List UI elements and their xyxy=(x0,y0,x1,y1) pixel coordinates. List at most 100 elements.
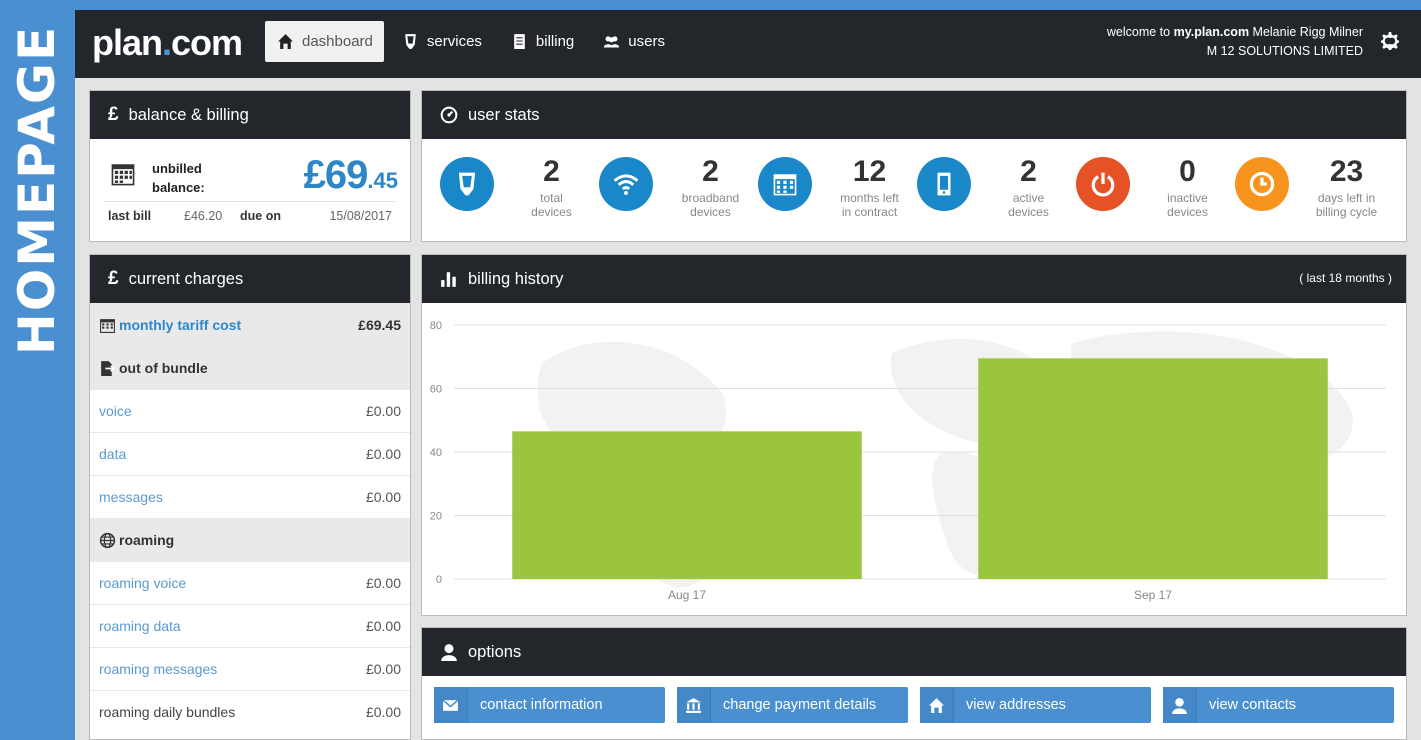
nav-dashboard[interactable]: dashboard xyxy=(265,21,384,62)
stat-inactive-devices[interactable]: 0 inactive devices xyxy=(1076,157,1235,239)
pound-icon: £ xyxy=(108,268,119,289)
current-charges-header: £ current charges xyxy=(90,255,410,303)
out-of-bundle-label: out of bundle xyxy=(119,360,208,376)
nav-services[interactable]: services xyxy=(390,21,493,62)
logo-main: plan xyxy=(92,22,163,63)
charge-row-roaming-messages[interactable]: roaming messages £0.00 xyxy=(90,647,410,690)
view-contacts-button[interactable]: view contacts xyxy=(1163,687,1394,723)
calendar-icon xyxy=(100,318,115,333)
user-icon xyxy=(1163,687,1197,723)
charge-value: £0.00 xyxy=(365,618,401,634)
stat-label-line2: billing cycle xyxy=(1315,205,1378,219)
charge-label: roaming voice xyxy=(99,575,187,591)
power-icon xyxy=(1091,172,1115,197)
billing-history-title: billing history xyxy=(468,269,564,288)
gear-icon[interactable] xyxy=(1381,32,1399,50)
charge-label: messages xyxy=(99,489,163,505)
stat-total-devices[interactable]: 2 total devices xyxy=(440,157,599,239)
due-value: 15/08/2017 xyxy=(329,209,392,223)
gauge-icon xyxy=(440,106,458,124)
charge-row-data[interactable]: data £0.00 xyxy=(90,432,410,475)
charge-row-roaming-daily-bundles: roaming daily bundles £0.00 xyxy=(90,690,410,733)
charge-label: data xyxy=(99,446,127,462)
envelope-icon xyxy=(434,687,468,723)
unbilled-amount-cents: .45 xyxy=(367,168,398,193)
stat-circle xyxy=(599,157,653,211)
stat-label: active devices xyxy=(981,191,1076,219)
file-export-icon xyxy=(101,360,116,376)
calendar-icon xyxy=(111,164,135,186)
stat-label-line2: devices xyxy=(1167,205,1208,219)
top-navbar: plan.com dashboard services billing user… xyxy=(75,10,1421,78)
charge-row-messages[interactable]: messages £0.00 xyxy=(90,475,410,518)
nav-billing[interactable]: billing xyxy=(499,21,585,62)
document-icon xyxy=(514,34,525,49)
stat-value: 2 xyxy=(543,155,560,188)
last-bill-value: £46.20 xyxy=(184,209,223,223)
logo-tld: com xyxy=(171,22,243,63)
app-window: plan.com dashboard services billing user… xyxy=(75,10,1421,740)
y-tick-label: 60 xyxy=(430,384,442,396)
stat-label: broadband devices xyxy=(663,191,758,219)
charge-value: £0.00 xyxy=(365,489,401,505)
stat-days-left[interactable]: 23 days left in billing cycle xyxy=(1235,157,1394,239)
billing-chart-svg: 0 20 40 60 80 Aug 17 Sep 17 xyxy=(430,320,1386,602)
stat-label-line1: inactive xyxy=(1167,191,1208,205)
stat-text: 2 broadband devices xyxy=(663,157,758,239)
stat-months-left[interactable]: 12 months left in contract xyxy=(758,157,917,239)
home-icon xyxy=(278,34,293,49)
charge-row-roaming-voice[interactable]: roaming voice £0.00 xyxy=(90,561,410,604)
globe-icon xyxy=(99,532,116,548)
pound-icon: £ xyxy=(108,104,119,125)
x-tick-label: Aug 17 xyxy=(668,588,706,602)
charge-value: £0.00 xyxy=(365,704,401,720)
nav-services-label: services xyxy=(426,33,482,50)
view-addresses-button[interactable]: view addresses xyxy=(920,687,1151,723)
last-bill-label: last bill xyxy=(108,209,152,223)
tariff-row[interactable]: monthly tariff cost £69.45 xyxy=(90,303,410,346)
button-label: view addresses xyxy=(966,697,1066,713)
user-stats-panel: user stats 2 total devices 2 broadband dev… xyxy=(421,90,1407,242)
stat-active-devices[interactable]: 2 active devices xyxy=(917,157,1076,239)
stat-text: 23 days left in billing cycle xyxy=(1299,157,1394,239)
change-payment-details-button[interactable]: change payment details xyxy=(677,687,908,723)
main-nav: dashboard services billing users xyxy=(265,21,676,62)
charge-row-voice[interactable]: voice £0.00 xyxy=(90,389,410,432)
balance-panel: £ balance & billing unbilled balance: £6… xyxy=(89,90,411,242)
y-tick-label: 20 xyxy=(430,511,442,523)
user-stats-body: 2 total devices 2 broadband devices 12 m… xyxy=(422,139,1406,239)
phone-icon xyxy=(405,34,416,49)
contact-information-button[interactable]: contact information xyxy=(434,687,665,723)
mobile-icon xyxy=(937,172,951,196)
charge-value: £0.00 xyxy=(365,403,401,419)
y-tick-label: 0 xyxy=(436,574,442,586)
charge-row-roaming-data[interactable]: roaming data £0.00 xyxy=(90,604,410,647)
stat-circle xyxy=(1235,157,1289,211)
balance-panel-header: £ balance & billing xyxy=(90,91,410,139)
user-stats-header: user stats xyxy=(422,91,1406,139)
logo[interactable]: plan.com xyxy=(92,22,243,64)
tariff-label: monthly tariff cost xyxy=(119,317,242,333)
stat-label-line2: devices xyxy=(690,205,731,219)
balance-panel-title: balance & billing xyxy=(128,105,249,124)
stat-value: 12 xyxy=(852,155,887,188)
nav-users[interactable]: users xyxy=(591,21,676,62)
stat-label-line2: in contract xyxy=(841,205,898,219)
stat-circle xyxy=(758,157,812,211)
button-label: view contacts xyxy=(1209,697,1297,713)
stat-label-line1: days left in xyxy=(1317,191,1376,205)
user-icon xyxy=(441,644,457,661)
stat-value: 0 xyxy=(1179,155,1196,188)
stat-broadband-devices[interactable]: 2 broadband devices xyxy=(599,157,758,239)
options-buttons: contact information change payment detai… xyxy=(422,676,1406,734)
charge-label: roaming data xyxy=(99,618,181,634)
tariff-value: £69.45 xyxy=(358,317,401,333)
unbilled-amount-main: £69 xyxy=(303,153,369,197)
y-tick-label: 80 xyxy=(430,320,442,332)
welcome-site: my.plan.com xyxy=(1173,25,1250,39)
side-label: HOMEPAGE xyxy=(0,0,75,740)
x-tick-label: Sep 17 xyxy=(1134,588,1172,602)
bank-icon xyxy=(677,687,711,723)
options-header: options xyxy=(422,628,1406,676)
welcome-prefix: welcome to xyxy=(1106,25,1174,39)
